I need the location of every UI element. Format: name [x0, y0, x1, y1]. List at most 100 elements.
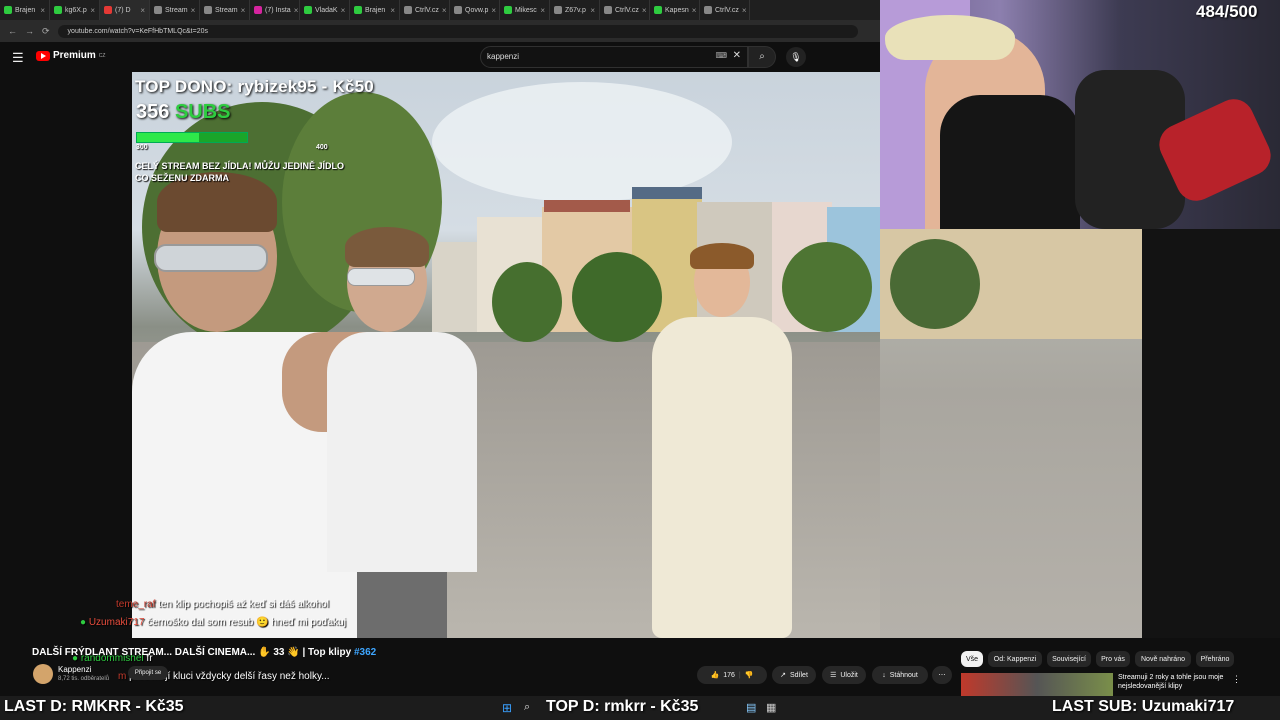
streamer-shirt	[940, 95, 1080, 229]
side-panel-bg	[1142, 229, 1280, 638]
tab-label: Brajen	[365, 6, 386, 14]
tab-favicon-icon	[104, 6, 112, 14]
tab-favicon-icon	[404, 6, 412, 14]
browser-tab[interactable]: Stream ×	[200, 0, 250, 20]
youtube-play-icon	[36, 50, 50, 61]
tab-close-icon[interactable]: ×	[540, 6, 545, 15]
chip-recently-uploaded[interactable]: Nově nahráno	[1135, 651, 1191, 667]
tab-close-icon[interactable]: ×	[294, 6, 299, 15]
browser-tab[interactable]: (7) D ×	[100, 0, 150, 20]
tab-close-icon[interactable]: ×	[90, 6, 95, 15]
back-icon[interactable]: ←	[8, 26, 17, 36]
search-icon: ⌕	[759, 51, 765, 62]
tab-close-icon[interactable]: ×	[642, 6, 647, 15]
save-button[interactable]: ☰ Uložit	[822, 666, 866, 684]
address-bar[interactable]: youtube.com/watch?v=KeFfHbTMLQc&t=20s	[57, 24, 858, 38]
roof	[544, 200, 630, 212]
tab-close-icon[interactable]: ×	[341, 6, 346, 15]
more-actions-icon[interactable]: ⋯	[932, 666, 952, 684]
like-icon[interactable]: 👍	[711, 671, 720, 679]
webcam-overlay	[880, 0, 1280, 229]
subscriber-goal: 484/500	[1196, 2, 1258, 21]
subs-count: 356	[136, 101, 170, 123]
like-dislike-group: 👍 176 | 👎	[697, 666, 767, 684]
browser-tab[interactable]: CtrlV.cz ×	[400, 0, 450, 20]
browser-tab[interactable]: Brajen ×	[350, 0, 400, 20]
voice-search-icon[interactable]: 🎙	[786, 47, 806, 67]
dislike-icon[interactable]: 👎	[745, 671, 754, 679]
top-donation-overlay: TOP DONO: rybizek95 - Kč50	[135, 77, 374, 96]
search-button[interactable]: ⌕	[748, 46, 776, 68]
reload-icon[interactable]: ⟳	[42, 26, 50, 37]
recommended-thumbnail[interactable]	[961, 673, 1113, 696]
tab-close-icon[interactable]: ×	[191, 6, 196, 15]
tab-favicon-icon	[504, 6, 512, 14]
video-player[interactable]	[132, 72, 880, 638]
video-side-extension	[880, 229, 1142, 638]
last-sub-overlay: LAST SUB: Uzumaki717	[1052, 698, 1235, 715]
tab-favicon-icon	[254, 6, 262, 14]
browser-tab[interactable]: Kapesn ×	[650, 0, 700, 20]
tab-close-icon[interactable]: ×	[140, 6, 145, 15]
tab-close-icon[interactable]: ×	[442, 6, 447, 15]
share-button[interactable]: ↗ Sdílet	[772, 666, 816, 684]
browser-tab[interactable]: CtrlV.cz ×	[600, 0, 650, 20]
cap	[885, 15, 1015, 60]
windows-start-icon[interactable]: ⊞	[502, 701, 512, 715]
channel-avatar[interactable]	[33, 664, 53, 684]
tab-label: Qovw.p	[465, 6, 489, 14]
chip-from-channel[interactable]: Od: Kappenzi	[988, 651, 1042, 667]
chip-for-you[interactable]: Pro vás	[1096, 651, 1130, 667]
browser-toolbar: ← → ⟳ youtube.com/watch?v=KeFfHbTMLQc&t=…	[0, 20, 880, 42]
video-hashtag[interactable]: #362	[354, 647, 376, 658]
tab-close-icon[interactable]: ×	[241, 6, 246, 15]
search-input[interactable]: kappenzi ⌨ ✕	[480, 46, 748, 68]
tab-favicon-icon	[354, 6, 362, 14]
tab-close-icon[interactable]: ×	[491, 6, 496, 15]
keyboard-icon[interactable]: ⌨	[715, 51, 727, 60]
browser-tab[interactable]: (7) Insta ×	[250, 0, 300, 20]
chat-message: ● Uzumaki717 černoško dal som resub 🙂 hn…	[80, 617, 346, 628]
browser-tab[interactable]: Mikesc ×	[500, 0, 550, 20]
download-button[interactable]: ↓ Stáhnout	[872, 666, 928, 684]
tab-close-icon[interactable]: ×	[40, 6, 45, 15]
browser-tab[interactable]: Z67v.p ×	[550, 0, 600, 20]
taskbar-search-icon[interactable]: ⌕	[524, 701, 530, 714]
tab-close-icon[interactable]: ×	[390, 6, 395, 15]
clear-search-icon[interactable]: ✕	[733, 50, 741, 61]
tree	[492, 262, 562, 342]
browser-tab[interactable]: CtrlV.cz ×	[700, 0, 750, 20]
recommended-more-icon[interactable]: ⋮	[1232, 674, 1241, 685]
last-donation-overlay: LAST D: RMKRR - Kč35	[4, 698, 184, 715]
download-label: Stáhnout	[889, 671, 918, 679]
tab-favicon-icon	[604, 6, 612, 14]
save-label: Uložit	[840, 671, 858, 679]
subs-progress-bar	[136, 132, 248, 143]
join-button[interactable]: Připojit se	[128, 666, 168, 680]
chat-text: černoško dal som resub 🙂 hneď mi poďakuj	[147, 617, 346, 628]
chip-related[interactable]: Související	[1047, 651, 1091, 667]
channel-name[interactable]: Kappenzi	[58, 665, 91, 674]
tab-favicon-icon	[554, 6, 562, 14]
tab-label: (7) D	[115, 6, 131, 14]
person-woman	[632, 243, 807, 638]
forward-icon[interactable]: →	[25, 26, 34, 36]
youtube-logo[interactable]: Premium CZ	[36, 50, 105, 61]
hamburger-menu-icon[interactable]: ☰	[12, 50, 24, 66]
brand-label: Premium	[53, 50, 96, 61]
browser-tab[interactable]: VladaK ×	[300, 0, 350, 20]
region-code: CZ	[98, 52, 106, 59]
tab-close-icon[interactable]: ×	[742, 6, 747, 15]
chip-all[interactable]: Vše	[961, 651, 983, 667]
taskbar-app-icon[interactable]: ▤	[746, 701, 756, 714]
browser-tab[interactable]: Stream ×	[150, 0, 200, 20]
subscriber-count: 8,72 tis. odběratelů	[58, 676, 110, 682]
tab-close-icon[interactable]: ×	[692, 6, 697, 15]
tab-close-icon[interactable]: ×	[590, 6, 595, 15]
taskbar-app-icon[interactable]: ▦	[766, 701, 776, 714]
chip-watched[interactable]: Přehráno	[1196, 651, 1234, 667]
browser-tab[interactable]: Qovw.p ×	[450, 0, 500, 20]
browser-tab[interactable]: kg6X.p ×	[50, 0, 100, 20]
recommended-title[interactable]: Streamuji 2 roky a tohle jsou moje nejsl…	[1118, 673, 1230, 691]
browser-tab[interactable]: Brajen ×	[0, 0, 50, 20]
